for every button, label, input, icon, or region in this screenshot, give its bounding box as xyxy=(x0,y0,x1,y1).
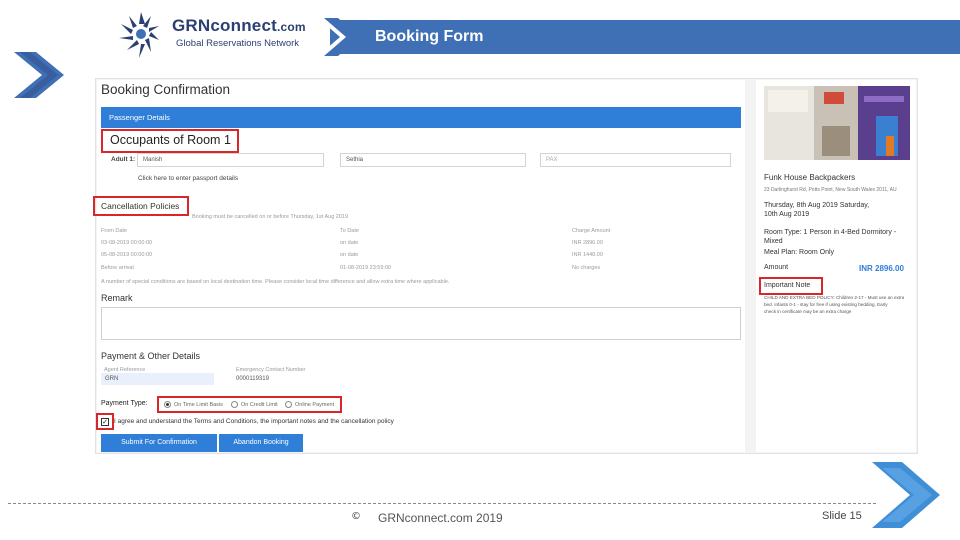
submit-button[interactable]: Submit For Confirmation xyxy=(101,434,217,452)
page-title: Booking Confirmation xyxy=(101,82,231,97)
remark-label: Remark xyxy=(101,293,133,303)
occupants-title: Occupants of Room 1 xyxy=(110,133,231,147)
payment-option-radio[interactable] xyxy=(285,401,292,408)
hotel-name: Funk House Backpackers xyxy=(764,173,856,182)
passenger-details-label: Passenger Details xyxy=(109,113,170,122)
cancel-row-from: Before arrival xyxy=(101,265,134,271)
passport-link[interactable]: Click here to enter passport details xyxy=(138,175,238,182)
important-note-line: check in certificate may be an extra cha… xyxy=(764,309,852,314)
room-type-line2: Mixed xyxy=(764,238,783,245)
cancel-row-to: on date xyxy=(340,252,359,258)
logo-com-text: .com xyxy=(276,20,306,34)
last-name-input[interactable]: Sethia xyxy=(340,153,526,167)
slide-title: Booking Form xyxy=(375,28,484,45)
adult-label: Adult 1: xyxy=(111,156,136,163)
copyright-icon: © xyxy=(351,511,361,522)
emergency-contact-input[interactable]: 0000119319 xyxy=(232,373,320,385)
important-note-line: bed. Infants 0-1 - stay for free if usin… xyxy=(764,302,888,307)
footer-divider xyxy=(8,503,876,504)
stay-dates-line2: 10th Aug 2019 xyxy=(764,211,810,218)
cancellation-title: Cancellation Policies xyxy=(101,201,180,211)
payment-option-label: On Time Limit Basis xyxy=(174,402,223,408)
amount-value: INR 2896.00 xyxy=(859,264,904,273)
payment-option-radio[interactable] xyxy=(231,401,238,408)
footer-chevron-decoration xyxy=(872,462,940,528)
payment-title: Payment & Other Details xyxy=(101,351,201,361)
cancel-row-from: 03-08-2019 00:00:00 xyxy=(101,240,153,246)
abandon-button[interactable]: Abandon Booking xyxy=(219,434,303,452)
amount-label: Amount xyxy=(764,264,789,271)
cancel-row-from: 05-08-2019 00:00:00 xyxy=(101,252,153,258)
terms-checkbox[interactable]: ✓ xyxy=(101,418,109,426)
side-chevron-decoration xyxy=(14,52,64,98)
important-note-title: Important Note xyxy=(764,282,811,289)
first-name-input[interactable]: Manish xyxy=(137,153,324,167)
passenger-details-bar: Passenger Details xyxy=(101,107,741,128)
cancel-row-to: on date xyxy=(340,240,359,246)
stay-dates-line1: Thursday, 8th Aug 2019 Saturday, xyxy=(764,202,870,209)
meal-plan: Meal Plan: Room Only xyxy=(764,249,835,256)
cancel-row-charge: INR 1448.00 xyxy=(572,252,603,258)
logo-wordmark: GRNconnect.com xyxy=(172,16,306,36)
cancel-row-charge: INR 2896.00 xyxy=(572,240,603,246)
agent-reference-input[interactable]: GRN xyxy=(101,373,214,385)
hotel-address: 23 Darlinghurst Rd, Potts Point, New Sou… xyxy=(764,187,897,193)
cancel-row-to: 01-08-2019 23:59:00 xyxy=(340,265,392,271)
pax-type-input[interactable]: PAX xyxy=(540,153,731,167)
footer-text: GRNconnect.com 2019 xyxy=(378,511,503,525)
room-type-line1: Room Type: 1 Person in 4-Bed Dormitory - xyxy=(764,229,897,236)
cancel-header-to: To Date xyxy=(340,228,359,234)
terms-text: I agree and understand the Terms and Con… xyxy=(114,418,394,425)
payment-option-radio[interactable] xyxy=(164,401,171,408)
cancellation-note: Booking must be cancelled on or before T… xyxy=(192,214,349,220)
cancel-row-charge: No charges xyxy=(572,265,601,271)
payment-option-label: On Credit Limit xyxy=(241,402,278,408)
cancel-header-from: From Date xyxy=(101,228,127,234)
cancellation-footnote: A number of special conditions are based… xyxy=(101,279,450,285)
logo-subtitle: Global Reservations Network xyxy=(176,38,300,49)
cancel-header-charge: Charge Amount xyxy=(572,228,611,234)
payment-option-label: Online Payment xyxy=(295,402,335,408)
logo-main-text: GRNconnect xyxy=(172,16,277,35)
important-note-line: CHILD AND EXTRA BED POLICY: Children 2-1… xyxy=(764,295,905,300)
slide-number: Slide 15 xyxy=(822,510,862,522)
remark-textarea[interactable] xyxy=(101,307,741,340)
hotel-photo xyxy=(764,86,910,160)
payment-type-label: Payment Type: xyxy=(101,400,148,407)
